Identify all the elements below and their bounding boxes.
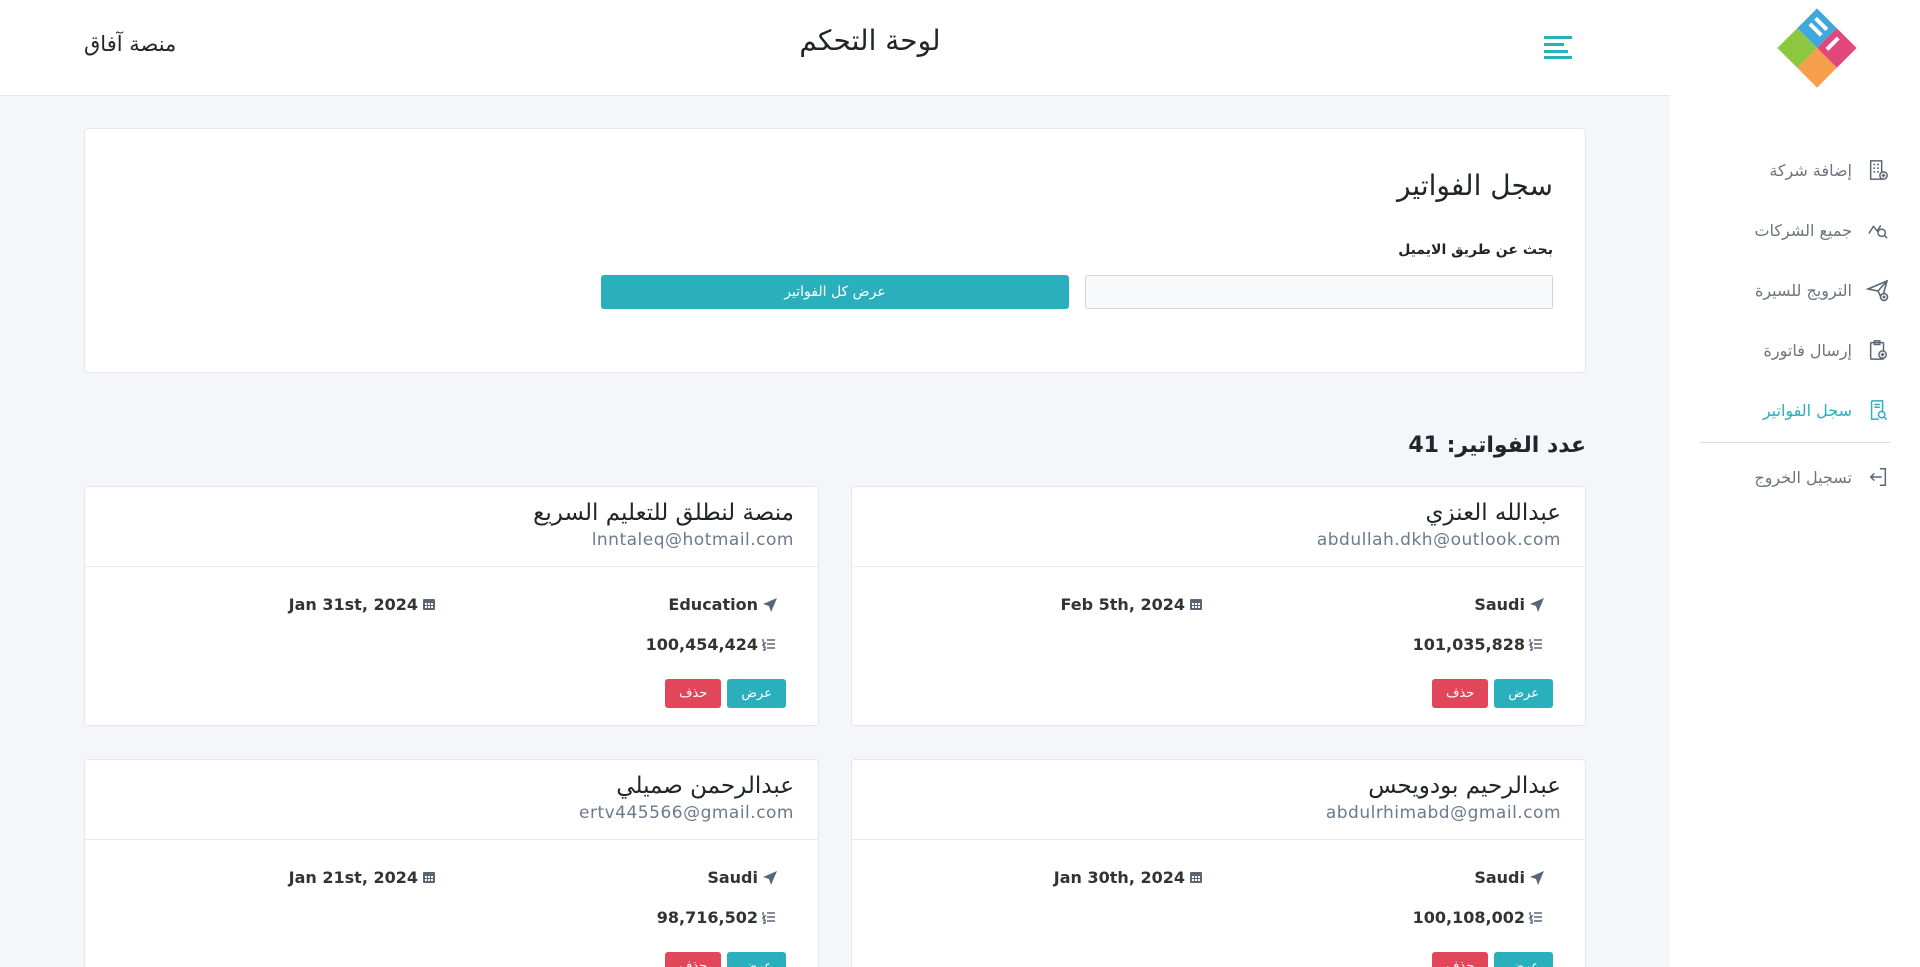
delete-invoice-button[interactable]: حذف	[1432, 679, 1489, 708]
invoice-card-body: Saudi Feb 5th, 2024 101,035,828 عرض حذف	[852, 567, 1585, 725]
show-all-invoices-button[interactable]: عرض كل الفواتير	[601, 275, 1069, 309]
top-header: لوحة التحكم منصة آفاق	[0, 0, 1670, 96]
sidebar-nav: إضافة شركة جميع الشركات الترويج للسيرة إ…	[1700, 140, 1890, 507]
sidebar-item-logout[interactable]: تسجيل الخروج	[1700, 447, 1890, 507]
client-name: عبدالله العنزي	[1425, 500, 1561, 526]
delete-invoice-button[interactable]: حذف	[1432, 952, 1489, 967]
search-label: بحث عن طريق الايميل	[1398, 242, 1553, 258]
sidebar: إضافة شركة جميع الشركات الترويج للسيرة إ…	[1670, 0, 1920, 967]
invoice-amount: 98,716,502	[657, 908, 778, 927]
invoice-date: Jan 21st, 2024	[289, 868, 438, 887]
country: Education	[668, 595, 778, 614]
invoice-card: عبدالله العنزي abdullah.dkh@outlook.com …	[851, 486, 1586, 726]
country-value: Education	[668, 595, 758, 614]
country-value: Saudi	[707, 868, 758, 887]
calendar-icon	[422, 597, 438, 613]
invoice-card-header: عبدالله العنزي abdullah.dkh@outlook.com	[852, 487, 1585, 567]
amount-value: 98,716,502	[656, 908, 758, 927]
sidebar-item-label: جميع الشركات	[1754, 220, 1852, 240]
page-title: لوحة التحكم	[799, 24, 941, 57]
view-invoice-button[interactable]: عرض	[1494, 679, 1553, 708]
list-ordered-icon	[762, 910, 778, 926]
companies-search-icon	[1866, 218, 1890, 242]
invoice-amount: 100,454,424	[646, 635, 778, 654]
calendar-icon	[1189, 870, 1205, 886]
country: Saudi	[1474, 868, 1545, 887]
calendar-icon	[422, 870, 438, 886]
sidebar-item-all-companies[interactable]: جميع الشركات	[1700, 200, 1890, 260]
amount-value: 100,454,424	[645, 635, 758, 654]
view-invoice-button[interactable]: عرض	[1494, 952, 1553, 967]
invoice-amount: 101,035,828	[1413, 635, 1545, 654]
client-email: ertv445566@gmail.com	[579, 802, 794, 823]
invoice-card: عبدالرحمن صميلي ertv445566@gmail.com Sau…	[84, 759, 819, 967]
invoice-amount: 100,108,002	[1413, 908, 1545, 927]
clipboard-add-icon	[1866, 338, 1890, 362]
building-add-icon	[1866, 158, 1890, 182]
invoice-date: Jan 30th, 2024	[1054, 868, 1205, 887]
client-email: lnntaleq@hotmail.com	[591, 529, 794, 550]
invoice-actions: عرض حذف	[1432, 952, 1553, 967]
invoice-actions: عرض حذف	[1432, 679, 1553, 708]
sidebar-divider	[1700, 442, 1890, 443]
country: Saudi	[707, 868, 778, 887]
invoice-card: منصة لنطلق للتعليم السريع lnntaleq@hotma…	[84, 486, 819, 726]
country-value: Saudi	[1474, 595, 1525, 614]
brand-name: منصة آفاق	[84, 32, 177, 56]
date-value: Jan 21st, 2024	[288, 868, 418, 887]
calendar-icon	[1189, 597, 1205, 613]
sidebar-item-label: إضافة شركة	[1769, 160, 1852, 180]
invoice-date: Jan 31st, 2024	[289, 595, 438, 614]
delete-invoice-button[interactable]: حذف	[665, 679, 722, 708]
receipt-search-icon	[1866, 398, 1890, 422]
country: Saudi	[1474, 595, 1545, 614]
date-value: Jan 31st, 2024	[288, 595, 418, 614]
client-email: abdulrhimabd@gmail.com	[1325, 802, 1561, 823]
location-arrow-icon	[762, 597, 778, 613]
sidebar-item-promote-cv[interactable]: الترويج للسيرة	[1700, 260, 1890, 320]
brand-logo[interactable]	[1769, 0, 1865, 96]
email-search-input[interactable]	[1085, 275, 1553, 309]
client-email: abdullah.dkh@outlook.com	[1316, 529, 1561, 550]
client-name: عبدالرحيم بودويحس	[1368, 773, 1561, 799]
sidebar-item-send-invoice[interactable]: إرسال فاتورة	[1700, 320, 1890, 380]
invoice-card-body: Saudi Jan 21st, 2024 98,716,502 عرض حذف	[85, 840, 818, 967]
send-plane-icon	[1866, 278, 1890, 302]
list-ordered-icon	[1529, 910, 1545, 926]
list-ordered-icon	[1529, 637, 1545, 653]
date-value: Jan 30th, 2024	[1053, 868, 1185, 887]
location-arrow-icon	[762, 870, 778, 886]
view-invoice-button[interactable]: عرض	[727, 679, 786, 708]
invoice-actions: عرض حذف	[665, 679, 786, 708]
sidebar-item-label: سجل الفواتير	[1762, 400, 1852, 420]
logout-icon	[1866, 465, 1890, 489]
view-invoice-button[interactable]: عرض	[727, 952, 786, 967]
section-title: سجل الفواتير	[1396, 169, 1553, 202]
search-card: سجل الفواتير بحث عن طريق الايميل عرض كل …	[84, 128, 1586, 373]
invoice-count: عدد الفواتير: 41	[1408, 433, 1586, 458]
sidebar-item-add-company[interactable]: إضافة شركة	[1700, 140, 1890, 200]
amount-value: 100,108,002	[1412, 908, 1525, 927]
sidebar-item-label: إرسال فاتورة	[1763, 340, 1852, 360]
invoice-card-header: منصة لنطلق للتعليم السريع lnntaleq@hotma…	[85, 487, 818, 567]
sidebar-item-label: تسجيل الخروج	[1754, 467, 1852, 487]
invoice-card-body: Saudi Jan 30th, 2024 100,108,002 عرض حذف	[852, 840, 1585, 967]
client-name: منصة لنطلق للتعليم السريع	[533, 500, 794, 526]
list-ordered-icon	[762, 637, 778, 653]
sidebar-item-label: الترويج للسيرة	[1754, 280, 1852, 300]
delete-invoice-button[interactable]: حذف	[665, 952, 722, 967]
invoice-actions: عرض حذف	[665, 952, 786, 967]
invoice-card-header: عبدالرحمن صميلي ertv445566@gmail.com	[85, 760, 818, 840]
amount-value: 101,035,828	[1412, 635, 1525, 654]
client-name: عبدالرحمن صميلي	[616, 773, 794, 799]
location-arrow-icon	[1529, 870, 1545, 886]
invoice-card: عبدالرحيم بودويحس abdulrhimabd@gmail.com…	[851, 759, 1586, 967]
location-arrow-icon	[1529, 597, 1545, 613]
invoice-card-header: عبدالرحيم بودويحس abdulrhimabd@gmail.com	[852, 760, 1585, 840]
country-value: Saudi	[1474, 868, 1525, 887]
invoice-card-body: Education Jan 31st, 2024 100,454,424 عرض…	[85, 567, 818, 725]
sidebar-item-invoice-log[interactable]: سجل الفواتير	[1700, 380, 1890, 440]
invoice-date: Feb 5th, 2024	[1060, 595, 1205, 614]
date-value: Feb 5th, 2024	[1060, 595, 1185, 614]
